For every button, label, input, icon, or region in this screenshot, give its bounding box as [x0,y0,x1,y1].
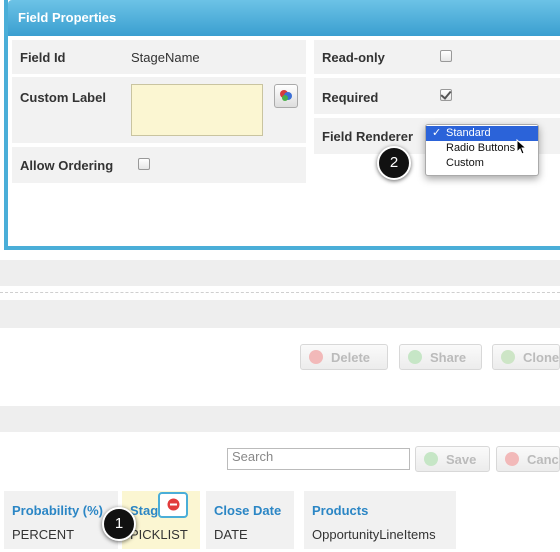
clone-button[interactable]: Clone [492,344,560,370]
column-type: PERCENT [12,527,75,542]
field-id-label: Field Id [20,50,66,65]
save-button-label: Save [446,452,477,467]
read-only-label: Read-only [322,50,385,65]
remove-icon [167,498,180,511]
save-button[interactable]: Save [415,446,490,472]
custom-label-textarea[interactable] [131,84,263,136]
cancel-button-label: Canc [527,452,559,467]
renderer-option-label: Custom [446,157,484,169]
field-renderer-label: Field Renderer [322,129,414,144]
share-button[interactable]: Share [399,344,482,370]
clone-button-label: Clone [523,350,560,365]
column-name: Products [312,503,369,518]
translate-button[interactable] [274,84,298,108]
cancel-icon [505,452,519,466]
checkmark-icon: ✓ [432,127,442,139]
callout-1: 1 [102,507,136,541]
save-icon [424,452,438,466]
column-name: Probability (%) [12,503,104,518]
required-checkbox[interactable] [440,89,452,101]
search-input[interactable]: Search [227,448,410,470]
allow-ordering-checkbox[interactable] [138,158,150,170]
section-band [0,260,560,286]
delete-icon [309,350,323,364]
allow-ordering-label: Allow Ordering [20,158,114,173]
cancel-button[interactable]: Canc [496,446,560,472]
column-close-date[interactable]: Close Date DATE [206,491,294,549]
dashed-divider [0,292,560,293]
column-probability[interactable]: Probability (%) PERCENT [4,491,118,549]
column-products[interactable]: Products OpportunityLineItems [304,491,456,549]
custom-label-label: Custom Label [20,90,106,105]
delete-button[interactable]: Delete [300,344,388,370]
column-type: PICKLIST [130,527,188,542]
section-band [0,300,560,328]
clone-icon [501,350,515,364]
mouse-cursor-icon [516,139,528,155]
share-button-label: Share [430,350,467,365]
renderer-option-custom[interactable]: Custom [426,156,538,171]
share-icon [408,350,422,364]
column-type: OpportunityLineItems [312,527,436,542]
callout-2: 2 [377,146,411,180]
panel-title: Field Properties [8,0,560,36]
read-only-checkbox[interactable] [440,50,452,62]
renderer-option-label: Standard [446,127,491,139]
translate-icon [280,90,292,101]
column-name: Close Date [214,503,282,518]
delete-button-label: Delete [331,350,371,365]
remove-column-button[interactable] [158,492,188,518]
renderer-option-label: Radio Buttons [446,142,516,154]
field-id-value: StageName [131,50,200,65]
required-label: Required [322,90,379,105]
section-band [0,406,560,432]
column-type: DATE [214,527,248,542]
